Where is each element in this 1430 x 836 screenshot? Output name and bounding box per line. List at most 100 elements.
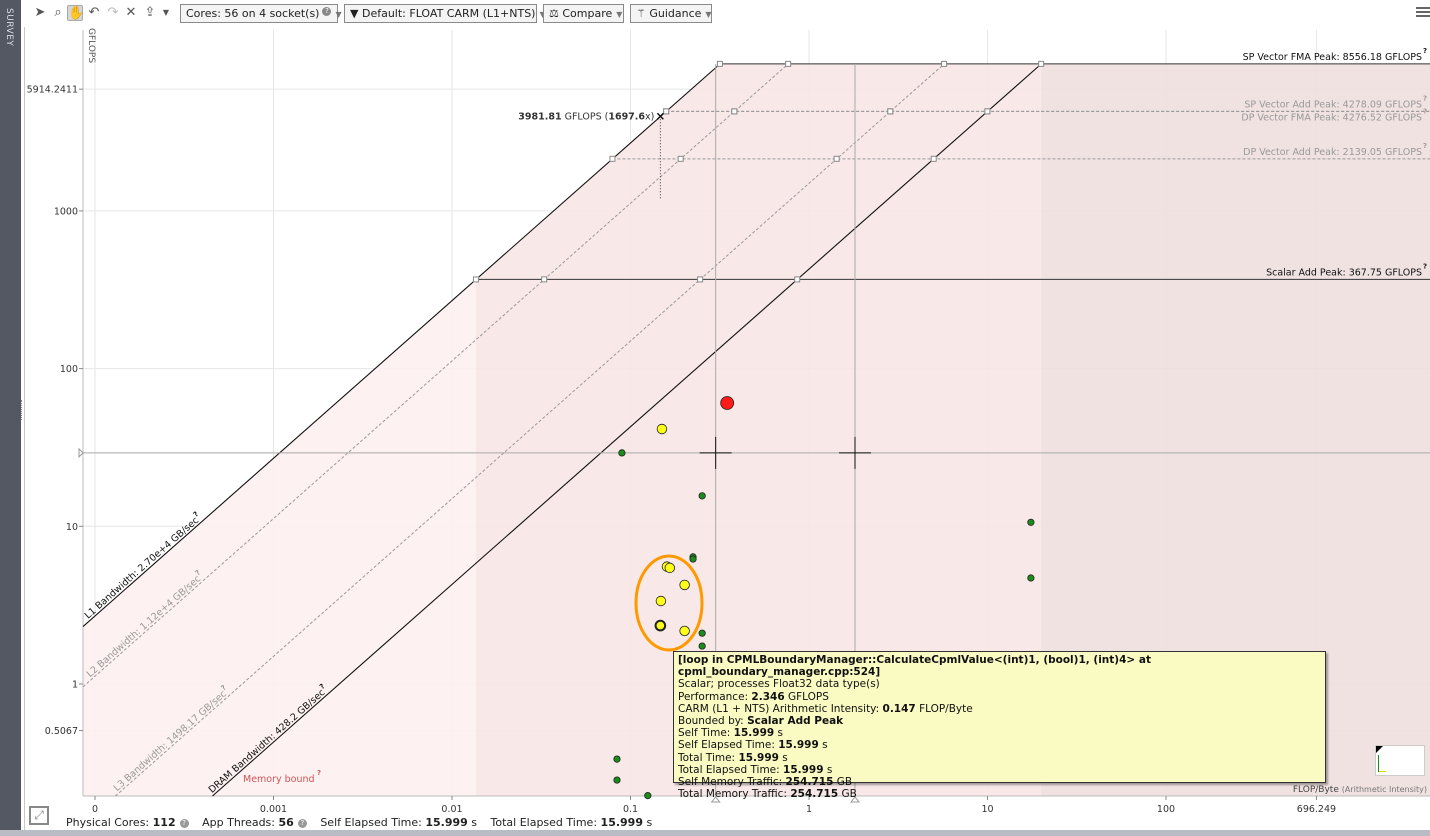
loop-point[interactable] [1027, 574, 1035, 582]
zoom-icon[interactable]: ⌕ [50, 5, 66, 21]
menu-icon[interactable] [1416, 7, 1430, 17]
compute-roof-label: DP Vector FMA Peak: 4276.52 GFLOPS [1241, 112, 1422, 123]
x-tick-label: 1 [806, 804, 812, 815]
y-tick-label: 0.5067 [45, 726, 78, 737]
loop-point[interactable] [679, 579, 690, 591]
filter-dropdown[interactable]: ▼ Default: FLOAT CARM (L1+NTS)▼ [344, 4, 546, 23]
loop-point[interactable] [698, 492, 706, 500]
pointer-icon[interactable]: ➤ [32, 5, 48, 21]
help-icon[interactable]: ? [179, 819, 189, 828]
total-elapsed-time: Total Elapsed Time: 15.999 s [490, 816, 653, 829]
memory-bound-label: Memory bound [243, 774, 315, 785]
tooltip-title: [loop in CPMLBoundaryManager::CalculateC… [678, 654, 1151, 679]
help-icon: ? [1423, 47, 1427, 55]
help-icon: ? [317, 769, 321, 777]
compute-roof-label: DP Vector Add Peak: 2139.05 GFLOPS [1243, 147, 1422, 158]
annotation-label: 3981.81 GFLOPS (1697.6x) [518, 111, 654, 122]
filter-icon: ▼ [350, 7, 362, 20]
compute-roof-label: SP Vector Add Peak: 4278.09 GFLOPS [1244, 99, 1422, 110]
bottom-tab-strip [0, 830, 1430, 836]
roof-intersection-marker [697, 276, 704, 283]
app-threads: App Threads: 56? [202, 816, 307, 829]
roof-intersection-marker [716, 60, 723, 67]
export-icon[interactable]: ⇪ [142, 5, 158, 21]
help-icon: ? [1423, 142, 1427, 150]
memory-bound-region [83, 279, 476, 796]
roof-intersection-marker [887, 108, 894, 115]
help-icon[interactable]: ? [297, 819, 307, 828]
loop-point[interactable] [698, 642, 706, 650]
loop-point[interactable] [655, 595, 667, 607]
filter-label: Default: FLOAT CARM (L1+NTS) [361, 7, 536, 20]
roof-intersection-marker [731, 108, 738, 115]
y-tick-label: 5914.2411 [27, 85, 78, 96]
compare-dropdown[interactable]: ⚖ Compare ▼ [543, 4, 624, 23]
roof-intersection-marker [609, 155, 616, 162]
compute-roof-label: Scalar Add Peak: 367.75 GFLOPS [1266, 267, 1422, 278]
cores-label: Cores: 56 on 4 socket(s) [186, 7, 320, 20]
tooltip-row: Self Time: 15.999 s [678, 727, 783, 740]
guide-marker-left [78, 447, 84, 459]
loop-point[interactable] [613, 776, 621, 784]
y-tick-label: 10 [66, 522, 78, 533]
roof-intersection-marker [833, 155, 840, 162]
roof-intersection-marker [1038, 60, 1045, 67]
guidance-dropdown[interactable]: ⚚ Guidance ▼ [630, 4, 712, 23]
roof-intersection-marker [677, 155, 684, 162]
loop-point[interactable] [1027, 518, 1035, 526]
help-icon: ? [1423, 94, 1427, 102]
tooltip-line: Scalar; processes Float32 data type(s) [678, 678, 880, 691]
loop-point[interactable] [720, 396, 735, 410]
x-tick-label: 0.001 [260, 804, 287, 815]
loop-point[interactable] [644, 792, 652, 800]
help-icon: ? [1423, 107, 1427, 115]
chart-minimap[interactable] [1375, 745, 1425, 776]
x-tick-label: 0.01 [441, 804, 462, 815]
loop-point[interactable] [613, 755, 621, 763]
loop-tooltip: [loop in CPMLBoundaryManager::CalculateC… [673, 651, 1326, 800]
chevron-down-icon: ▼ [335, 10, 342, 19]
help-icon: ? [192, 510, 200, 519]
wand-icon: ⚚ [636, 7, 650, 20]
tooltip-row: CARM (L1 + NTS) Arithmetic Intensity: 0.… [678, 702, 973, 715]
x-tick-label: 0.1 [623, 804, 638, 815]
export-dropdown-icon[interactable]: ▼ [158, 5, 174, 21]
clear-icon[interactable]: ✕ [123, 5, 139, 21]
roof-intersection-marker [663, 108, 670, 115]
roof-intersection-marker [541, 276, 548, 283]
status-bar: Physical Cores: 112? App Threads: 56? Se… [66, 816, 662, 829]
tooltip-row: Total Time: 15.999 s [678, 751, 788, 764]
y-tick-label: 1000 [54, 206, 78, 217]
roof-intersection-marker [785, 60, 792, 67]
undo-icon[interactable]: ↶ [86, 5, 102, 21]
roof-intersection-marker [794, 276, 801, 283]
loop-point[interactable] [679, 625, 690, 637]
tooltip-row: Performance: 2.346 GFLOPS [678, 690, 829, 703]
help-icon: ? [1423, 262, 1427, 270]
selected-loop-point[interactable] [654, 619, 667, 632]
loop-point[interactable] [618, 449, 626, 457]
cores-dropdown[interactable]: Cores: 56 on 4 socket(s)? ▼ [180, 4, 342, 23]
roof-intersection-marker [984, 108, 991, 115]
redo-icon[interactable]: ↷ [105, 5, 121, 21]
pan-hand-icon[interactable]: ✋ [67, 5, 84, 21]
loop-point[interactable] [656, 423, 668, 435]
physical-cores: Physical Cores: 112? [66, 816, 189, 829]
loop-point[interactable] [689, 555, 697, 563]
compare-label: Compare [562, 7, 613, 20]
tooltip-row: Self Elapsed Time: 15.999 s [678, 739, 828, 752]
expand-icon[interactable]: ⤢ [29, 806, 49, 825]
loop-point[interactable] [664, 562, 675, 574]
tooltip-row: Total Memory Traffic: 254.715 GB [678, 788, 857, 801]
loop-point[interactable] [698, 629, 706, 637]
y-tick-label: 100 [60, 364, 78, 375]
x-tick-label: 10 [981, 804, 993, 815]
tooltip-row: Total Elapsed Time: 15.999 s [678, 763, 833, 776]
chevron-down-icon: ▼ [705, 10, 712, 19]
self-elapsed-time: Self Elapsed Time: 15.999 s [320, 816, 478, 829]
help-icon[interactable]: ? [322, 7, 332, 16]
toolbar: ➤ ⌕ ✋ ↶ ↷ ✕ ⇪ ▼ Cores: 56 on 4 socket(s)… [24, 0, 1430, 27]
y-tick-label: 1 [72, 680, 78, 691]
compute-roof-label: SP Vector FMA Peak: 8556.18 GFLOPS [1243, 52, 1422, 63]
tooltip-row: Self Memory Traffic: 254.715 GB [678, 776, 853, 789]
